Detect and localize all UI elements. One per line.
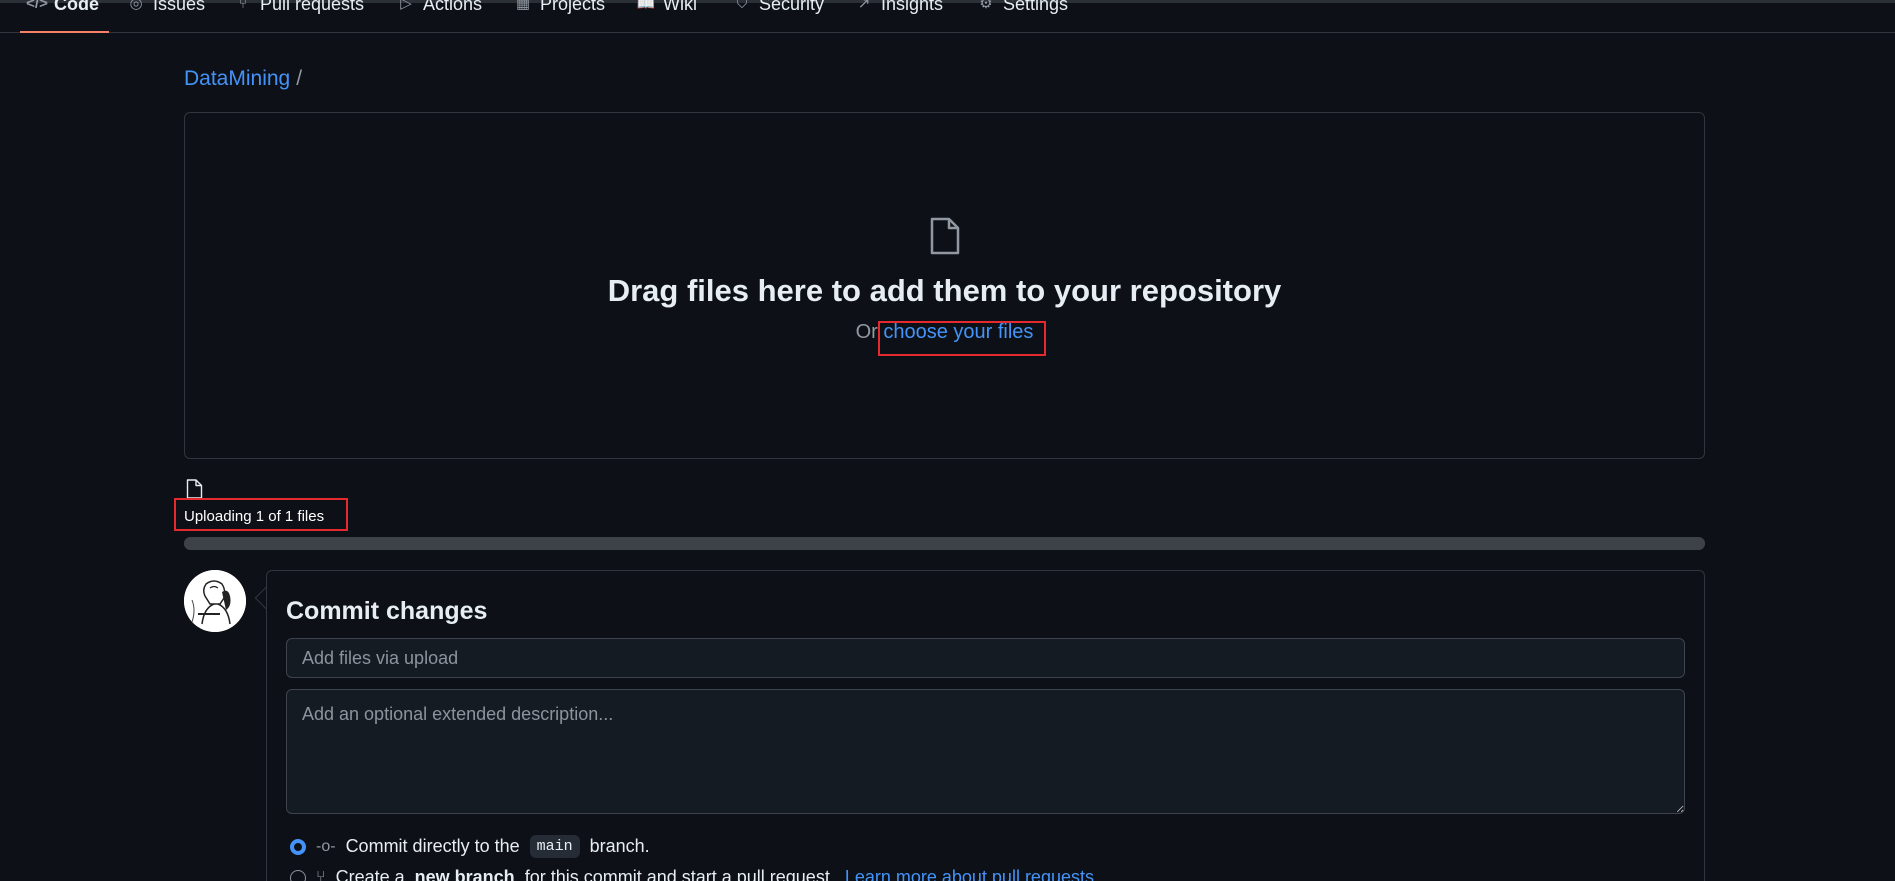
tab-insights[interactable]: ↗ Insights	[855, 0, 943, 33]
tab-wiki[interactable]: 📖 Wiki	[637, 0, 697, 33]
new-branch-prefix: Create a	[335, 867, 405, 881]
upload-progress-bar	[184, 537, 1705, 550]
avatar-illustration	[184, 570, 246, 632]
tab-projects-label: Projects	[540, 0, 606, 14]
tab-settings[interactable]: ⚙ Settings	[977, 0, 1068, 33]
branch-name-chip: main	[529, 835, 580, 858]
file-dropzone[interactable]: Drag files here to add them to your repo…	[184, 112, 1705, 459]
commit-panel: Commit changes -o- Commit directly to th…	[266, 570, 1705, 881]
commit-description-input[interactable]	[286, 689, 1685, 814]
tab-issues[interactable]: ◎ Issues	[127, 0, 205, 33]
play-icon: ▷	[400, 0, 412, 12]
tab-actions[interactable]: ▷ Actions	[397, 0, 482, 33]
tab-insights-label: Insights	[881, 0, 944, 14]
tab-actions-label: Actions	[423, 0, 483, 14]
tab-security-label: Security	[759, 0, 825, 14]
commit-new-branch-option[interactable]: ⑂ Create a new branch for this commit an…	[290, 867, 1099, 881]
tab-projects[interactable]: ▦ Projects	[514, 0, 605, 33]
table-icon: ▦	[515, 0, 531, 12]
issue-icon: ◎	[129, 0, 143, 12]
commit-direct-suffix: branch.	[589, 836, 650, 856]
commit-title: Commit changes	[286, 597, 488, 625]
commit-direct-radio[interactable]	[290, 838, 306, 855]
tab-code[interactable]: </> Code	[20, 0, 109, 33]
graph-icon: ↗	[857, 0, 871, 12]
repository-nav: </> Code ◎ Issues ⑂ Pull requests ▷ Acti…	[0, 0, 1895, 33]
commit-icon: -o-	[316, 837, 336, 855]
tab-wiki-label: Wiki	[663, 0, 697, 14]
tab-security[interactable]: ⛉ Security	[733, 0, 824, 33]
pull-request-icon: ⑂	[238, 0, 248, 12]
highlight-box	[878, 321, 1046, 356]
tab-settings-label: Settings	[1003, 0, 1069, 14]
commit-direct-option[interactable]: -o- Commit directly to the main branch.	[290, 835, 650, 858]
breadcrumb-separator: /	[296, 67, 303, 90]
uploading-file-icon	[186, 479, 203, 499]
tab-code-label: Code	[54, 0, 99, 14]
gear-icon: ⚙	[979, 0, 993, 12]
commit-summary-input[interactable]	[286, 638, 1685, 678]
dropzone-title: Drag files here to add them to your repo…	[607, 273, 1282, 308]
tab-pull-requests-label: Pull requests	[260, 0, 365, 14]
shield-icon: ⛉	[736, 0, 748, 12]
avatar[interactable]	[184, 570, 246, 632]
code-icon: </>	[26, 0, 48, 12]
new-branch-middle: for this commit and start a pull request…	[524, 867, 835, 881]
breadcrumb-repo-link[interactable]: DataMining	[184, 67, 290, 90]
tab-pull-requests[interactable]: ⑂ Pull requests	[234, 0, 364, 33]
breadcrumb: DataMining /	[184, 67, 302, 91]
new-branch-radio[interactable]	[290, 869, 306, 881]
upload-status-text: Uploading 1 of 1 files	[174, 498, 348, 531]
book-icon: 📖	[636, 0, 656, 12]
new-branch-bold: new branch	[414, 867, 515, 881]
commit-direct-prefix: Commit directly to the	[345, 836, 520, 856]
dropzone-prefix: Or	[855, 321, 878, 343]
file-icon	[930, 217, 960, 255]
upload-progress-fill	[184, 537, 1705, 550]
tab-issues-label: Issues	[153, 0, 206, 14]
git-pull-request-icon: ⑂	[316, 868, 326, 881]
learn-more-pull-requests-link[interactable]: Learn more about pull requests.	[845, 867, 1099, 881]
